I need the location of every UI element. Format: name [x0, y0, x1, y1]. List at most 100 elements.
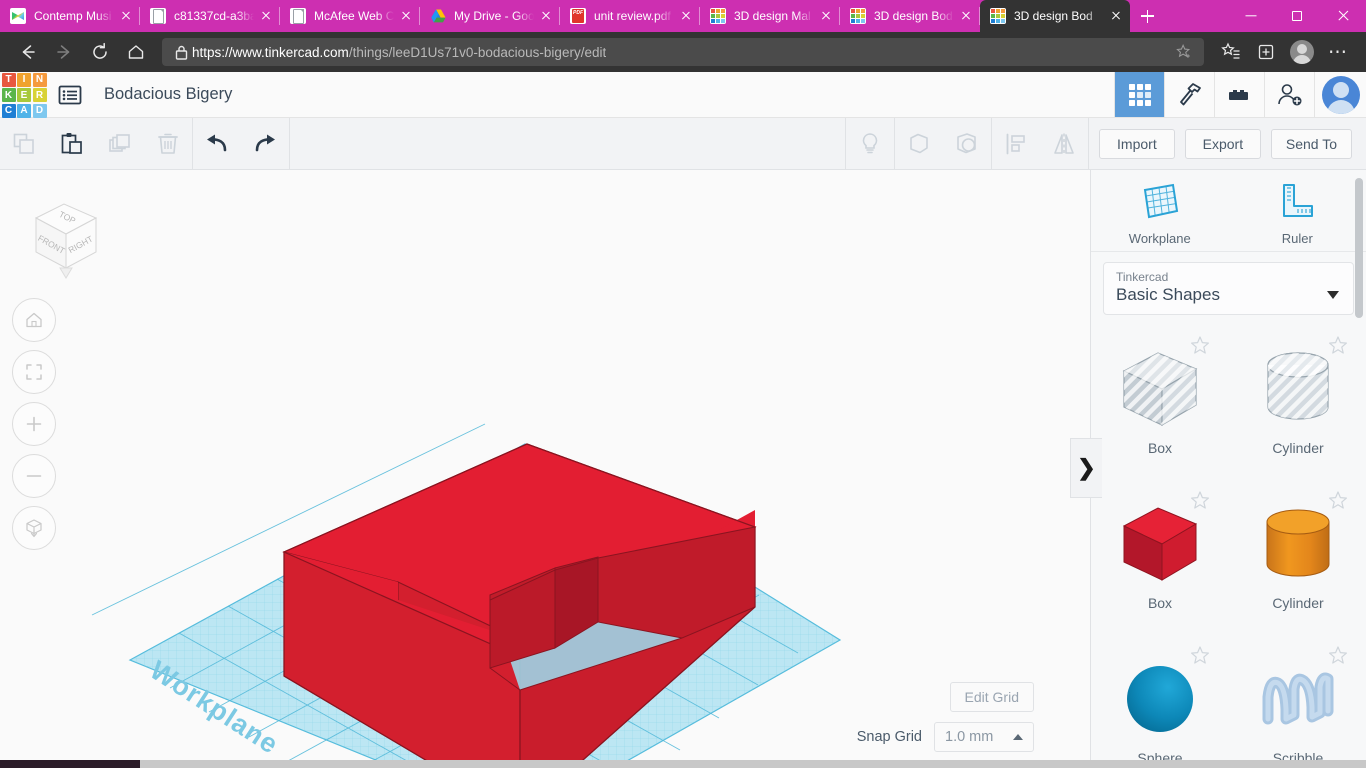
orthographic-toggle-button[interactable]	[12, 506, 56, 550]
library-selector[interactable]: Tinkercad Basic Shapes	[1103, 262, 1354, 315]
shape-label: Box	[1147, 595, 1173, 611]
tab-close-button[interactable]	[956, 6, 976, 26]
edit-grid-button[interactable]: Edit Grid	[949, 682, 1034, 712]
home-view-button[interactable]	[12, 298, 56, 342]
back-arrow-icon[interactable]	[10, 34, 46, 70]
logo-letter: E	[17, 88, 31, 102]
tab-title: My Drive - Goo	[454, 9, 534, 23]
paste-icon[interactable]	[48, 118, 96, 170]
browser-tab[interactable]: 3D design Bod	[840, 0, 980, 32]
browser-address-bar: https://www.tinkercad.com/things/leeD1Us…	[0, 32, 1366, 72]
music-favicon	[10, 8, 26, 24]
home-icon[interactable]	[118, 34, 154, 70]
tab-title: Contemp Musi	[34, 9, 112, 23]
logo-letter: D	[32, 103, 47, 118]
browser-tab[interactable]: 3D design Mal	[700, 0, 840, 32]
codeblocks-hammer-icon[interactable]	[1164, 72, 1214, 117]
blocks-brick-icon[interactable]	[1214, 72, 1264, 117]
browser-tab[interactable]: c81337cd-a3ba	[140, 0, 280, 32]
shape-label: Cylinder	[1272, 595, 1324, 611]
tab-close-button[interactable]	[676, 6, 696, 26]
zoom-in-button[interactable]	[12, 402, 56, 446]
logo-letter: N	[32, 72, 47, 87]
snap-grid-select[interactable]: 1.0 mm	[934, 722, 1034, 752]
browser-tab[interactable]: 3D design Bod	[980, 0, 1130, 32]
page-favicon	[150, 8, 166, 24]
shapes-row: Box Cylinder	[1091, 480, 1366, 635]
chevron-up-icon	[1013, 734, 1023, 740]
shapes-panel: Workplane Ruler Tinkercad Basic Shapes B…	[1090, 170, 1366, 768]
ruler-tool[interactable]: Ruler	[1242, 180, 1352, 246]
new-tab-button[interactable]	[1130, 0, 1164, 32]
tab-close-button[interactable]	[816, 6, 836, 26]
fit-to-view-button[interactable]	[12, 350, 56, 394]
mirror-flip-icon[interactable]	[1040, 118, 1088, 170]
undo-arrow-icon[interactable]	[193, 118, 241, 170]
export-button[interactable]: Export	[1184, 128, 1261, 159]
page-title[interactable]: Bodacious Bigery	[92, 72, 232, 117]
browser-tab[interactable]: McAfee Web C	[280, 0, 420, 32]
tab-title: 3D design Bod	[1014, 9, 1093, 23]
window-close-button[interactable]	[1320, 0, 1366, 32]
browser-tab[interactable]: Contemp Musi	[0, 0, 140, 32]
url-bar[interactable]: https://www.tinkercad.com/things/leeD1Us…	[162, 38, 1204, 66]
shape-sphere-solid[interactable]: Sphere	[1091, 635, 1229, 768]
tab-close-button[interactable]	[1106, 6, 1126, 26]
scrollbar-track[interactable]	[140, 760, 1366, 768]
tab-title: McAfee Web C	[314, 9, 394, 23]
shape-thumbnail	[1252, 498, 1344, 590]
refresh-icon[interactable]	[82, 34, 118, 70]
shapes-scrollbar[interactable]	[1355, 178, 1363, 318]
settings-more-icon[interactable]: ⋯	[1320, 34, 1356, 70]
shape-thumbnail	[1114, 653, 1206, 745]
copy-icon[interactable]	[0, 118, 48, 170]
window-minimize-button[interactable]	[1228, 0, 1274, 32]
shape-scribble[interactable]: Scribble	[1229, 635, 1366, 768]
tab-title: unit review.pdf	[594, 9, 671, 23]
delete-trash-icon[interactable]	[144, 118, 192, 170]
bottom-scrollbar[interactable]	[0, 760, 1366, 768]
browser-tab[interactable]: unit review.pdf	[560, 0, 700, 32]
browser-tab[interactable]: My Drive - Goo	[420, 0, 560, 32]
panel-collapse-button[interactable]: ❯	[1070, 438, 1102, 498]
align-icon[interactable]	[992, 118, 1040, 170]
collections-icon[interactable]	[1248, 34, 1284, 70]
grid-view-icon[interactable]	[1114, 72, 1164, 117]
shape-box-solid[interactable]: Box	[1091, 480, 1229, 635]
send-to-button[interactable]: Send To	[1270, 128, 1352, 159]
tab-close-button[interactable]	[116, 6, 136, 26]
shape-cylinder-hole[interactable]: Cylinder	[1229, 325, 1366, 480]
scrollbar-thumb[interactable]	[0, 760, 140, 768]
ungroup-shapes-icon[interactable]	[943, 118, 991, 170]
browser-profile-icon[interactable]	[1284, 34, 1320, 70]
tab-close-button[interactable]	[256, 6, 276, 26]
favorite-star-icon[interactable]	[1172, 44, 1196, 60]
google-drive-favicon	[430, 8, 446, 24]
shape-cylinder-solid[interactable]: Cylinder	[1229, 480, 1366, 635]
workplane-tool[interactable]: Workplane	[1105, 180, 1215, 246]
shape-label: Box	[1147, 440, 1173, 456]
invite-person-icon[interactable]	[1264, 72, 1314, 117]
list-menu-icon[interactable]	[48, 72, 92, 117]
redo-arrow-icon[interactable]	[241, 118, 289, 170]
tab-title: c81337cd-a3ba	[174, 9, 254, 23]
import-button[interactable]: Import	[1098, 128, 1175, 159]
light-bulb-icon[interactable]	[846, 118, 894, 170]
favorites-list-icon[interactable]	[1212, 34, 1248, 70]
tinkercad-favicon	[850, 8, 866, 24]
shape-box-hole[interactable]: Box	[1091, 325, 1229, 480]
forward-arrow-icon[interactable]	[46, 34, 82, 70]
tinkercad-favicon	[710, 8, 726, 24]
view-cube[interactable]: TOP FRONT RIGHT	[18, 192, 110, 284]
group-shapes-icon[interactable]	[895, 118, 943, 170]
window-maximize-button[interactable]	[1274, 0, 1320, 32]
user-avatar[interactable]	[1314, 72, 1366, 117]
zoom-out-button[interactable]	[12, 454, 56, 498]
3d-canvas[interactable]: Workplane TOP FRONT RIGHT Edit Grid Snap…	[0, 170, 1090, 760]
tinkercad-page: Contemp Musi c81337cd-a3ba McAfee Web C My …	[0, 0, 1366, 768]
tab-close-button[interactable]	[396, 6, 416, 26]
tinkercad-logo[interactable]: TIN KER CAD	[0, 72, 48, 118]
duplicate-icon[interactable]	[96, 118, 144, 170]
tab-close-button[interactable]	[536, 6, 556, 26]
shape-thumbnail	[1114, 498, 1206, 590]
